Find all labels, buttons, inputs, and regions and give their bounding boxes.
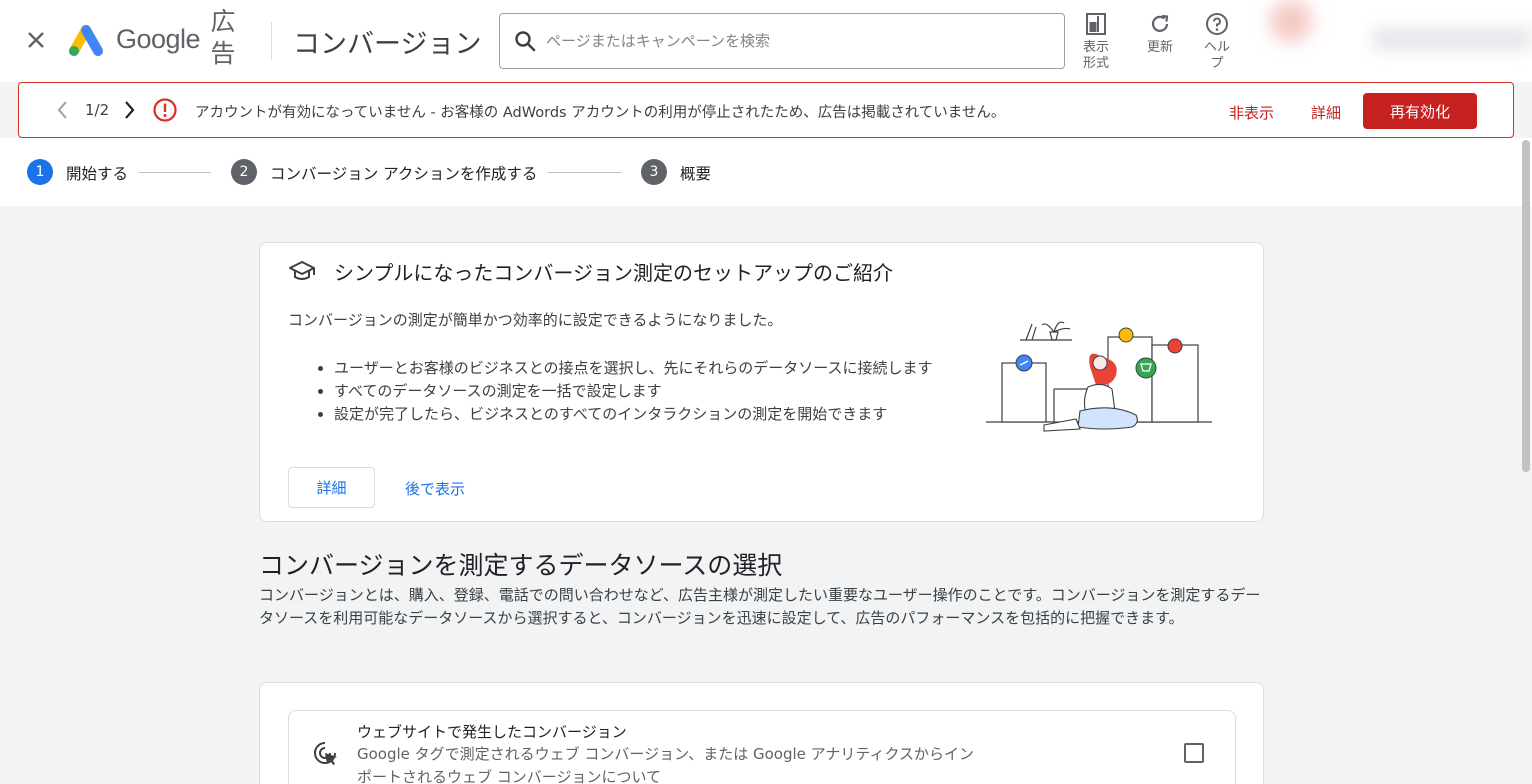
step-2-number: 2 [231,159,257,185]
step-2-label: コンバージョン アクションを作成する [270,165,538,183]
step-1-number: 1 [27,159,53,185]
help-icon [1206,13,1228,35]
appearance-label: 表示形式 [1082,40,1109,71]
help-label: ヘルプ [1203,40,1230,71]
step-3-number: 3 [641,159,667,185]
data-source-description: Google タグで測定されるウェブ コンバージョン、または Google アナ… [357,745,975,784]
appearance-button[interactable]: 表示形式 [1074,10,1118,72]
intro-bullet: 設定が完了したら、ビジネスとのすべてのインタラクションの測定を開始できます [334,403,946,425]
refresh-button[interactable]: 更新 [1138,10,1182,56]
product-name: 広告 [210,7,236,68]
intro-bullet: すべてのデータソースの測定を一括で設定します [334,380,946,402]
reactivate-button[interactable]: 再有効化 [1363,93,1477,129]
google-wordmark: Google [116,24,201,54]
refresh-icon [1151,14,1169,32]
account-info [1372,26,1532,52]
account-alert-banner: 1/2 アカウントが有効になっていません - お客様の AdWords アカウン… [18,82,1514,138]
chevron-left-icon [57,101,67,119]
intro-card: シンプルになったコンバージョン測定のセットアップのご紹介 コンバージョンの測定が… [259,242,1264,522]
alert-dismiss-link[interactable]: 非表示 [1229,102,1274,123]
scrollbar-thumb[interactable] [1522,140,1530,472]
data-source-checkbox[interactable] [1184,743,1204,763]
step-connector [548,172,622,173]
header-divider [271,22,272,60]
search-icon [515,31,536,52]
data-source-option-website[interactable]: ウェブサイトで発生したコンバージョン Google タグで測定されるウェブ コン… [288,710,1236,784]
alert-counter: 1/2 [85,101,110,119]
alert-message: アカウントが有効になっていません - お客様の AdWords アカウントの利用… [195,105,1006,121]
refresh-label: 更新 [1146,40,1173,55]
google-ads-logo [69,25,103,56]
error-icon [152,97,178,127]
account-avatar[interactable] [1270,0,1312,42]
alert-prev-button[interactable] [55,99,69,125]
close-icon [28,32,44,48]
search-input[interactable] [546,32,1026,50]
intro-card-title: シンプルになったコンバージョン測定のセットアップのご紹介 [334,261,893,285]
setup-illustration [986,321,1212,432]
step-connector [139,172,211,173]
intro-bullet-list: ユーザーとお客様のビジネスとの接点を選択し、先にそれらのデータソースに接続します… [316,357,946,426]
appearance-icon [1086,13,1106,35]
help-button[interactable]: ヘルプ [1200,10,1234,72]
graduation-cap-icon [288,259,316,287]
section-title: コンバージョンを測定するデータソースの選択 [259,551,783,580]
page-title: コンバージョン [293,29,482,60]
setup-stepper: 1 開始する 2 コンバージョン アクションを作成する 3 概要 [0,138,1532,206]
step-3-label: 概要 [680,165,712,183]
intro-card-description: コンバージョンの測定が簡単かつ効率的に設定できるようになりました。 [288,311,783,329]
data-source-title: ウェブサイトで発生したコンバージョン [357,723,627,741]
step-1-label: 開始する [66,165,129,183]
chevron-right-icon [125,101,135,119]
alert-next-button[interactable] [123,99,137,125]
close-button[interactable] [22,26,50,54]
alert-details-link[interactable]: 詳細 [1311,102,1341,123]
learn-more-button[interactable]: 詳細 [288,467,375,508]
top-bar: Google 広告 コンバージョン 表示形式 更新 [0,0,1532,82]
intro-bullet: ユーザーとお客様のビジネスとの接点を選択し、先にそれらのデータソースに接続します [334,357,946,379]
data-source-card: ウェブサイトで発生したコンバージョン Google タグで測定されるウェブ コン… [259,682,1264,784]
show-later-button[interactable]: 後で表示 [405,478,465,499]
cursor-click-icon [311,739,339,771]
page-scrollbar[interactable] [1520,138,1532,784]
search-box[interactable] [499,13,1065,69]
section-description: コンバージョンとは、購入、登録、電話での問い合わせなど、広告主様が測定したい重要… [259,586,1261,627]
